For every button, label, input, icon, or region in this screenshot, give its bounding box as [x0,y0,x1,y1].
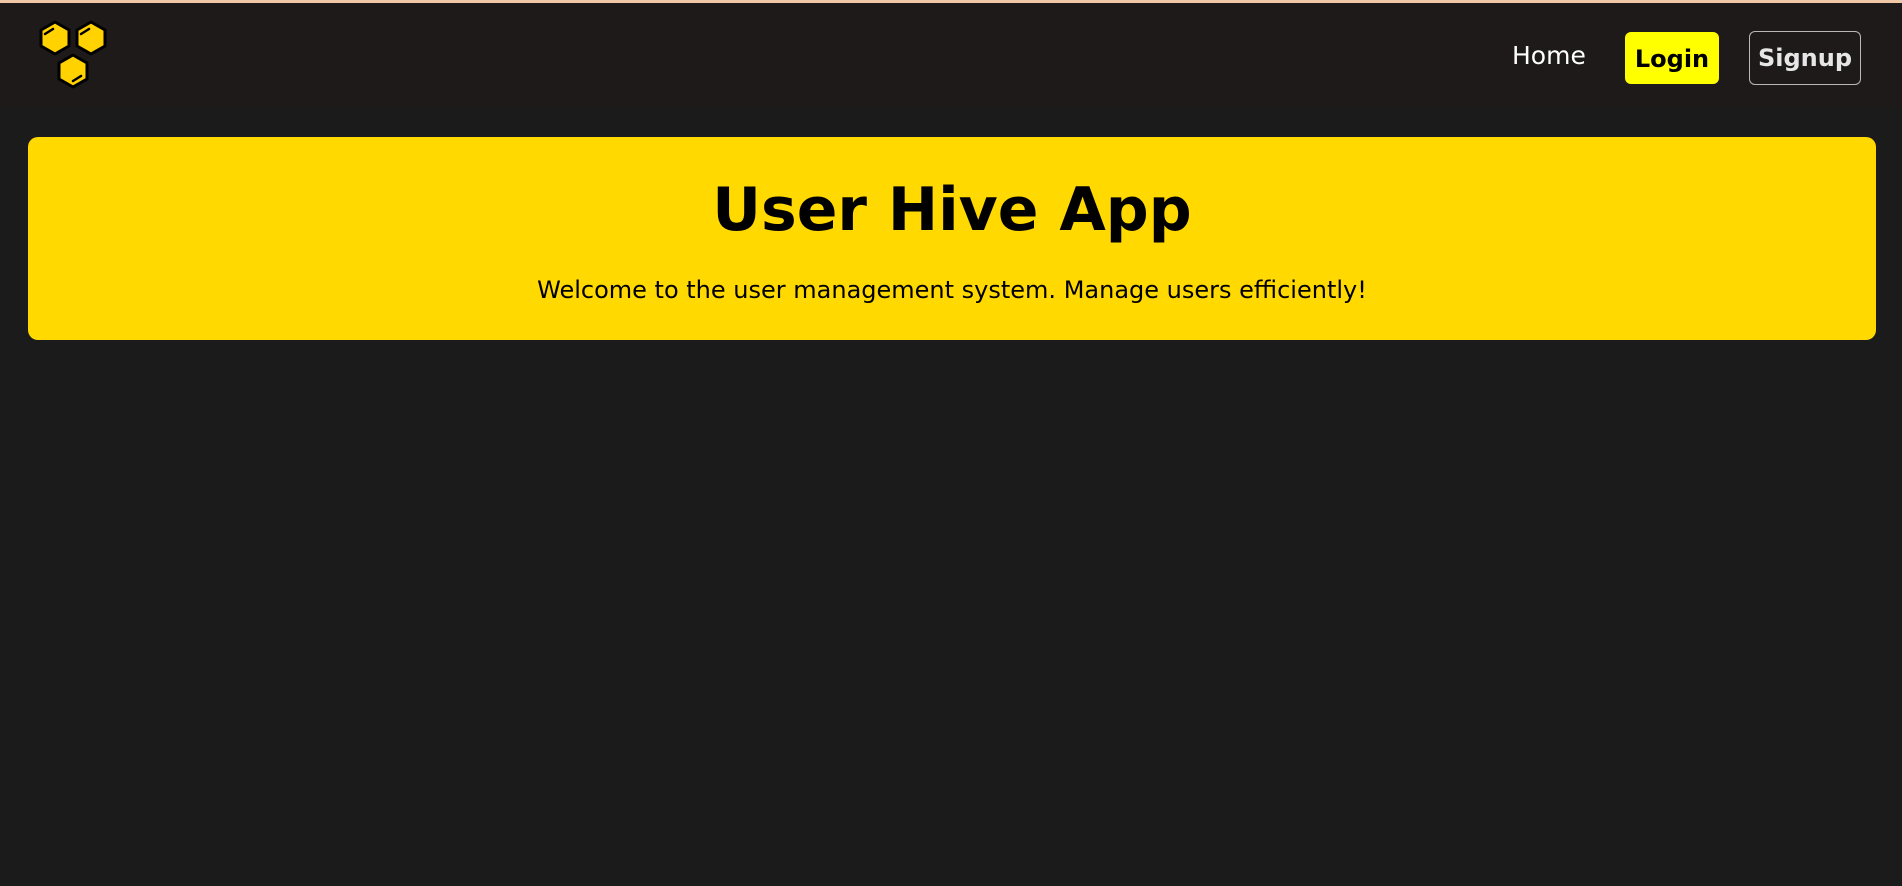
honeycomb-logo-icon[interactable] [36,19,112,95]
signup-button[interactable]: Signup [1749,31,1861,85]
hero-subtitle: Welcome to the user management system. M… [537,276,1367,304]
login-button[interactable]: Login [1625,32,1719,84]
page-title: User Hive App [712,175,1192,245]
nav-link-home[interactable]: Home [1512,36,1586,76]
hero-banner: User Hive App Welcome to the user manage… [28,137,1876,340]
navbar: Home Login Signup [0,3,1902,107]
